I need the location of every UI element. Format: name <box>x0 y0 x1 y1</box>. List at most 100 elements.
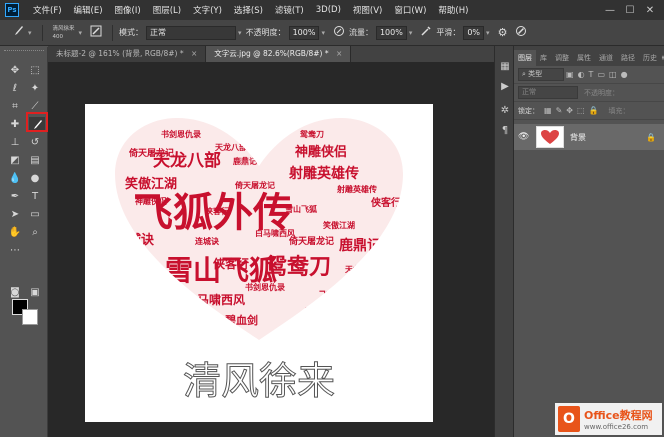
brush-preset-picker[interactable]: 清风徐来 400 <box>53 25 75 41</box>
menu-file[interactable]: 文件(F) <box>27 4 68 16</box>
maximize-button[interactable]: ☐ <box>620 5 640 16</box>
tab-adjustments[interactable]: 调整 <box>551 50 573 66</box>
tab-channels[interactable]: 通道 <box>595 50 617 66</box>
filter-smart-object-icon[interactable]: ◫ <box>609 70 617 79</box>
history-brush-tool-icon[interactable]: ↺ <box>27 135 43 150</box>
airbrush-icon[interactable] <box>420 25 432 40</box>
tab-paths[interactable]: 路径 <box>617 50 639 66</box>
tab-history[interactable]: 历史 <box>639 50 661 66</box>
word: 倚天屠龙记 <box>234 180 275 190</box>
pen-tool-icon[interactable]: ✒ <box>7 189 23 204</box>
tool-preset-dropdown-icon[interactable]: ▾ <box>28 29 32 37</box>
menu-edit[interactable]: 编辑(E) <box>68 4 109 16</box>
adjustments-panel-icon[interactable]: ✲ <box>499 104 511 116</box>
dodge-tool-icon[interactable]: ● <box>27 171 43 186</box>
hand-tool-icon[interactable]: ✋ <box>7 225 23 240</box>
opacity-dropdown-icon[interactable]: ▾ <box>321 29 325 37</box>
brush-tool-icon[interactable] <box>12 25 24 40</box>
type-tool-icon[interactable]: T <box>27 189 43 204</box>
tab-layers[interactable]: 图层 <box>514 50 536 66</box>
actions-play-icon[interactable]: ▶ <box>499 80 511 92</box>
word: 雪山飞狐 <box>285 204 317 214</box>
tab-untitled-2[interactable]: 未标题-2 @ 161% (背景, RGB/8#) * × <box>48 46 207 62</box>
layer-filter-select[interactable]: ⌕ 类型 <box>518 68 564 81</box>
menu-help[interactable]: 帮助(H) <box>432 4 474 16</box>
close-icon[interactable]: × <box>336 49 342 58</box>
magic-wand-tool-icon[interactable]: ✦ <box>27 81 43 96</box>
rectangle-tool-icon[interactable]: ▭ <box>27 207 43 222</box>
word: 连城诀 <box>195 236 219 246</box>
layer-opacity-label: 不透明度： <box>584 88 619 97</box>
blur-tool-icon[interactable]: 💧 <box>7 171 23 186</box>
pressure-size-icon[interactable] <box>515 25 527 40</box>
zoom-tool-icon[interactable]: ⌕ <box>27 225 43 240</box>
tab-properties[interactable]: 属性 <box>573 50 595 66</box>
menu-3d[interactable]: 3D(D) <box>310 5 347 15</box>
menu-select[interactable]: 选择(S) <box>228 4 269 16</box>
tab-wordcloud[interactable]: 文字云.jpg @ 82.6%(RGB/8#) * × <box>206 46 352 62</box>
move-tool-icon[interactable]: ✥ <box>7 63 23 78</box>
lock-pixels-icon[interactable]: ▦ <box>544 106 552 115</box>
tab-libraries[interactable]: 库 <box>536 50 551 66</box>
lock-artboard-icon[interactable]: ⬚ <box>577 106 585 115</box>
menu-window[interactable]: 窗口(W) <box>388 4 432 16</box>
crop-tool-icon[interactable]: ⌗ <box>7 99 23 114</box>
eye-icon[interactable]: 👁 <box>518 132 532 142</box>
background-color-swatch[interactable] <box>22 309 38 325</box>
brush-settings-icon[interactable] <box>90 25 102 40</box>
screen-mode-icon[interactable]: ▣ <box>27 285 43 300</box>
lasso-tool-icon[interactable]: ℓ <box>7 81 23 96</box>
eraser-tool-icon[interactable]: ◩ <box>7 153 23 168</box>
flow-dropdown-icon[interactable]: ▾ <box>409 29 413 37</box>
gear-icon[interactable]: ⚙ <box>498 26 508 39</box>
office-logo-icon: O <box>558 406 580 432</box>
menu-view[interactable]: 视图(V) <box>347 4 388 16</box>
word: 碧血剑 <box>304 306 329 316</box>
word: 书剑恩仇录 <box>245 282 285 292</box>
word: 天龙八部 <box>215 142 247 152</box>
clone-stamp-tool-icon[interactable]: ⊥ <box>7 135 23 150</box>
flow-field[interactable]: 100% <box>375 25 407 40</box>
toolbar-grip[interactable] <box>3 50 44 54</box>
blend-mode-select[interactable]: 正常 <box>518 86 578 99</box>
smoothing-dropdown-icon[interactable]: ▾ <box>486 29 490 37</box>
opacity-field[interactable]: 100% <box>288 25 320 40</box>
filter-type-icon[interactable]: T <box>589 70 594 79</box>
canvas[interactable]: 书剑恩仇录 鸳鸯刀 倚天屠龙记 天龙八部 神雕侠侣 射雕英雄传 笑傲江湖 天龙八… <box>85 104 433 422</box>
menu-type[interactable]: 文字(Y) <box>187 4 228 16</box>
word: 鹿鼎记 <box>338 237 381 254</box>
word: 连城诀 <box>115 232 155 248</box>
close-icon[interactable]: × <box>191 49 197 58</box>
word: 侠客行 <box>371 196 401 209</box>
minimize-button[interactable]: — <box>600 5 620 16</box>
menu-image[interactable]: 图像(I) <box>109 4 147 16</box>
smoothing-field[interactable]: 0% <box>463 25 485 40</box>
menu-layer[interactable]: 图层(L) <box>147 4 187 16</box>
brush-preset-dropdown-icon[interactable]: ▾ <box>79 29 83 37</box>
filter-adjustment-icon[interactable]: ◐ <box>578 70 585 79</box>
word: 鸳鸯刀 <box>115 253 148 267</box>
layer-row-background[interactable]: 👁 背景 🔒 <box>514 124 664 150</box>
mode-select[interactable]: 正常 <box>146 25 237 40</box>
lock-all-icon[interactable]: 🔒 <box>589 106 599 115</box>
tools-panel: ✥ ⬚ ℓ ✦ ⌗ ⟋ ✚ ⊥ ↺ ◩ ▤ 💧 ● ✒ T ➤ ▭ ✋ ⌕ ⋯ … <box>0 47 48 437</box>
quick-mask-icon[interactable]: ◙ <box>7 285 23 300</box>
menu-filter[interactable]: 滤镜(T) <box>269 4 310 16</box>
properties-panel-icon[interactable]: ▦ <box>499 60 511 72</box>
healing-brush-tool-icon[interactable]: ✚ <box>7 117 23 132</box>
lock-brush-icon[interactable]: ✎ <box>556 106 563 115</box>
lock-position-icon[interactable]: ✥ <box>566 106 573 115</box>
pressure-opacity-icon[interactable] <box>333 25 345 40</box>
character-panel-icon[interactable]: ¶ <box>499 124 511 136</box>
word: 笑傲江湖 <box>322 220 355 230</box>
mode-dropdown-icon[interactable]: ▾ <box>238 29 242 37</box>
edit-toolbar-icon[interactable]: ⋯ <box>7 243 23 258</box>
path-selection-tool-icon[interactable]: ➤ <box>7 207 23 222</box>
filter-toggle-icon[interactable]: ● <box>621 70 628 79</box>
filter-shape-icon[interactable]: ▭ <box>597 70 605 79</box>
smoothing-label: 平滑： <box>436 28 461 37</box>
gradient-tool-icon[interactable]: ▤ <box>27 153 43 168</box>
marquee-tool-icon[interactable]: ⬚ <box>27 63 43 78</box>
filter-pixel-icon[interactable]: ▣ <box>566 70 574 79</box>
close-button[interactable]: ✕ <box>640 5 660 16</box>
